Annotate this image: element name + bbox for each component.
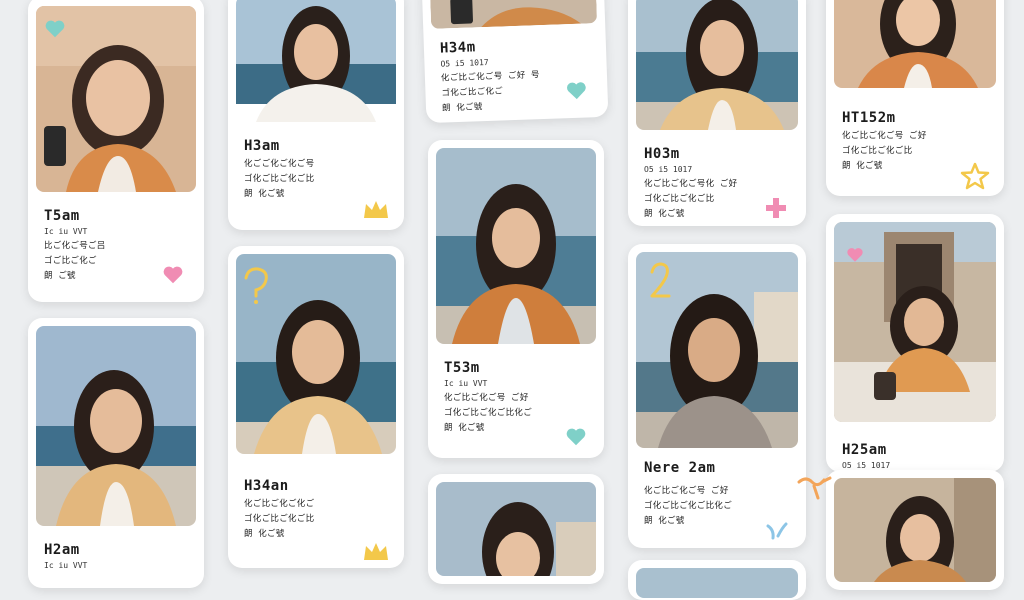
crown-icon: [362, 540, 390, 562]
profile-bio-line: ゴ化ご比ご化ご比化ご: [444, 408, 533, 418]
profile-bio-line: 化ごご化ご化ご号: [244, 159, 315, 169]
profile-bio-line: ゴ化ご比ご化ご比化ご: [644, 501, 733, 511]
profile-card-8[interactable]: H03m O5 i5 1017 化ご比ご化ご号化 ご好 ゴ化ご比ご化ご比 朗 化…: [628, 0, 806, 226]
plus-icon: [764, 196, 788, 220]
profile-subtitle: Ic iu VVT: [44, 227, 88, 236]
profile-text: H25am O5 i5 1017: [842, 442, 992, 470]
profile-name: H03m: [644, 146, 680, 162]
profile-card-1[interactable]: T5am Ic iu VVT 比ご化ご号ご吕 ゴご比ご化ご 朗 ご號: [28, 0, 204, 302]
profile-name: HT152m: [842, 110, 896, 126]
profile-photo: [36, 326, 196, 526]
profile-card-13[interactable]: [826, 470, 1004, 590]
profile-name: H34m: [439, 39, 476, 57]
profile-card-6[interactable]: T53m Ic iu VVT 化ご比ご化ご号 ご好 ゴ化ご比ご化ご比化ご 朗 化…: [428, 140, 604, 458]
profile-card-10[interactable]: [628, 560, 806, 600]
profile-subtitle: Ic iu VVT: [44, 561, 88, 570]
profile-card-12[interactable]: H25am O5 i5 1017: [826, 214, 1004, 472]
profile-bio-line: 化ご比ご化ご号 ご好: [842, 131, 927, 141]
profile-photo: [636, 568, 798, 598]
profile-bio-line: 化ご比ご化ご化ご: [244, 499, 315, 509]
squiggle-doodle-icon: [796, 472, 836, 502]
profile-photo: [834, 0, 996, 88]
profile-card-7[interactable]: [428, 474, 604, 584]
profile-card-4[interactable]: H34an 化ご比ご化ご化ご ゴ化ご比ご化ご比 朗 化ご號: [228, 246, 404, 568]
question-doodle-icon: [240, 266, 274, 306]
profile-bio-line: ゴ化ご比ご化ご比: [244, 514, 315, 524]
profile-bio-line: ゴ化ご比ご化ご比: [244, 174, 315, 184]
heart-icon: [162, 264, 184, 286]
profile-name: H25am: [842, 442, 887, 458]
profile-text: H34an 化ご比ご化ご化ご ゴ化ご比ご化ご比 朗 化ご號: [244, 478, 392, 539]
profile-name: T5am: [44, 208, 80, 224]
profile-card-5[interactable]: H34m O5 i5 1017 化ご比ご化ご号 ご好 号 ゴ化ご比ご化ご 朗 化…: [421, 0, 609, 124]
heart-icon: [564, 426, 588, 448]
profile-card-11[interactable]: HT152m 化ご比ご化ご号 ご好 ゴ化ご比ご化ご比 朗 化ご號: [826, 0, 1004, 196]
profile-name: H2am: [44, 542, 80, 558]
profile-card-2[interactable]: H2am Ic iu VVT: [28, 318, 204, 588]
profile-name: H3am: [244, 138, 280, 154]
sparkle-icon: [764, 520, 788, 542]
profile-card-9[interactable]: Nere 2am 化ご比ご化ご号 ご好 ゴ化ご比ご化ご比化ご 朗 化ご號: [628, 244, 806, 548]
profile-text: H3am 化ごご化ご化ご号 ゴ化ご比ご化ご比 朗 化ご號: [244, 138, 392, 199]
profile-photo: [429, 0, 598, 29]
profile-subtitle: O5 i5 1017: [644, 165, 693, 174]
crown-icon: [362, 198, 390, 220]
profile-name: Nere 2am: [644, 460, 716, 476]
number-two-doodle-icon: [648, 262, 672, 302]
profile-photo: [436, 482, 596, 576]
profile-text: H2am Ic iu VVT: [44, 542, 192, 570]
profile-name: H34an: [244, 478, 289, 494]
profile-bio-line: ゴ化ご比ご化ご比: [842, 146, 913, 156]
profile-subtitle: Ic iu VVT: [444, 379, 488, 388]
heart-icon: [44, 18, 66, 40]
profile-bio-line: 比ご化ご号ご吕: [44, 241, 106, 251]
profile-text: T53m Ic iu VVT 化ご比ご化ご号 ご好 ゴ化ご比ご化ご比化ご 朗 化…: [444, 360, 592, 433]
profile-photo: [436, 148, 596, 344]
profile-photo: [834, 478, 996, 582]
profile-card-3[interactable]: H3am 化ごご化ご化ご号 ゴ化ご比ご化ご比 朗 化ご號: [228, 0, 404, 230]
profile-bio-line: 化ご比ご化ご号化 ご好: [644, 179, 738, 189]
profile-name: T53m: [444, 360, 480, 376]
heart-icon: [846, 246, 864, 264]
profile-photo: [236, 0, 396, 122]
heart-icon: [565, 80, 588, 103]
profile-bio-line: 化ご比ご化ご号 ご好: [444, 393, 529, 403]
profile-subtitle: O5 i5 1017: [842, 461, 891, 470]
profile-bio-line: 朗 化ご號: [244, 529, 285, 539]
profile-bio-line: 化ご比ご化ご号 ご好: [644, 486, 729, 496]
star-icon: [960, 162, 990, 190]
profile-photo: [636, 0, 798, 130]
profile-text: Nere 2am 化ご比ご化ご号 ご好 ゴ化ご比ご化ご比化ご 朗 化ご號: [644, 460, 794, 526]
